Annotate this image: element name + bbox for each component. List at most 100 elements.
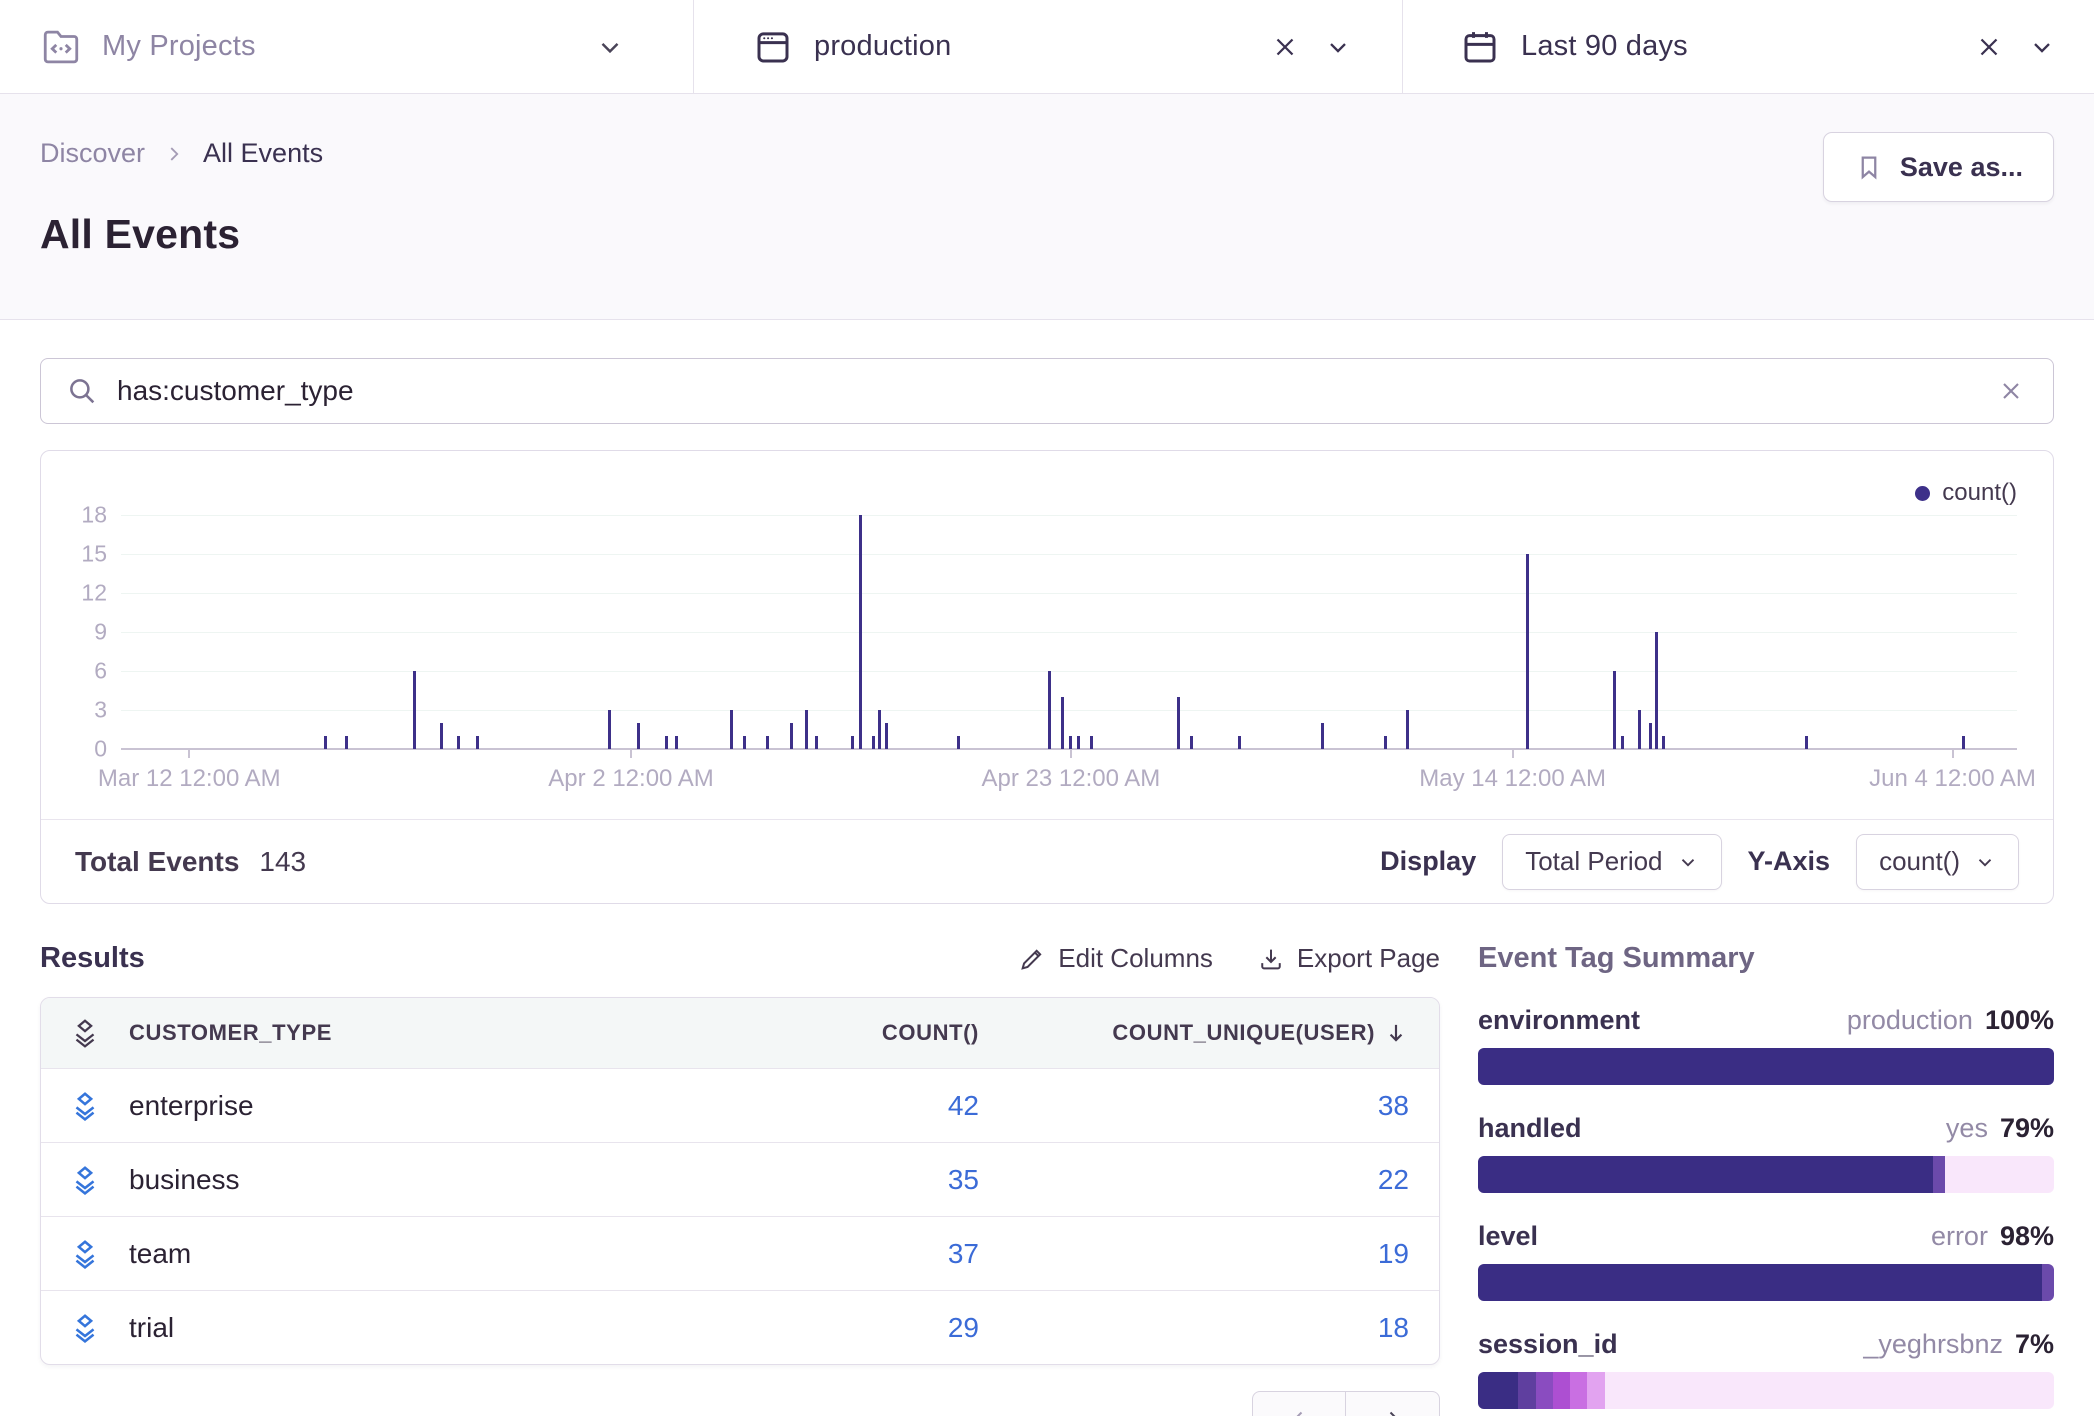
tag-distribution-bar[interactable]	[1478, 1156, 2054, 1193]
chart-bar[interactable]	[743, 736, 746, 749]
chart-bar[interactable]	[1526, 554, 1529, 749]
tag-bar-segment[interactable]	[1933, 1156, 1945, 1193]
chart-footer: Total Events 143 Display Total Period Y-…	[41, 819, 2053, 903]
chart-bar[interactable]	[1805, 736, 1808, 749]
tag-bar-segment[interactable]	[1570, 1372, 1587, 1409]
breadcrumb-discover-link[interactable]: Discover	[40, 138, 145, 169]
chart-bar[interactable]	[1321, 723, 1324, 749]
chart-bar[interactable]	[1238, 736, 1241, 749]
col-count[interactable]: COUNT()	[679, 1020, 1009, 1046]
chart-bar[interactable]	[878, 710, 881, 749]
tag-top-percent: 100%	[1985, 1005, 2054, 1036]
daterange-clear-icon[interactable]	[1970, 28, 2008, 66]
edit-columns-button[interactable]: Edit Columns	[1018, 943, 1213, 974]
chart-bar[interactable]	[815, 736, 818, 749]
tag-distribution-bar[interactable]	[1478, 1264, 2054, 1301]
chart-bar[interactable]	[324, 736, 327, 749]
legend-dot-icon	[1915, 486, 1930, 501]
chart-bar[interactable]	[872, 736, 875, 749]
chart-bar[interactable]	[766, 736, 769, 749]
tag-summary-row: levelerror98%	[1478, 1221, 2054, 1301]
chart-bar[interactable]	[440, 723, 443, 749]
search-clear-icon[interactable]	[1993, 373, 2029, 409]
chart-bar[interactable]	[413, 671, 416, 749]
export-page-button[interactable]: Export Page	[1257, 943, 1440, 974]
chart-bar[interactable]	[1406, 710, 1409, 749]
chart-bar[interactable]	[1090, 736, 1093, 749]
cell-count[interactable]: 29	[679, 1312, 1009, 1344]
tag-bar-segment[interactable]	[1478, 1048, 2054, 1085]
chart-bar[interactable]	[637, 723, 640, 749]
chart-legend[interactable]: count()	[1915, 479, 2017, 507]
tag-bar-segment[interactable]	[1587, 1372, 1604, 1409]
tag-bar-segment[interactable]	[2042, 1264, 2054, 1301]
tag-bar-segment[interactable]	[1536, 1372, 1553, 1409]
environment-chevron-down-icon[interactable]	[1320, 29, 1356, 65]
event-tag-summary-heading: Event Tag Summary	[1478, 942, 2054, 975]
save-as-button[interactable]: Save as...	[1823, 132, 2054, 202]
legend-label: count()	[1942, 479, 2017, 507]
environment-selector[interactable]: production	[693, 0, 1402, 93]
tag-bar-segment[interactable]	[1478, 1156, 1933, 1193]
gridline	[121, 671, 2017, 672]
tag-bar-segment[interactable]	[1518, 1372, 1535, 1409]
cell-count-unique[interactable]: 19	[1009, 1238, 1439, 1270]
yaxis-label: Y-Axis	[1748, 846, 1831, 877]
tag-bar-segment[interactable]	[1553, 1372, 1570, 1409]
cell-count[interactable]: 37	[679, 1238, 1009, 1270]
project-chevron-down-icon[interactable]	[591, 28, 629, 66]
cell-count[interactable]: 35	[679, 1164, 1009, 1196]
chart-bar[interactable]	[1613, 671, 1616, 749]
cell-count[interactable]: 42	[679, 1090, 1009, 1122]
total-events-label: Total Events	[75, 846, 239, 878]
chart-bar[interactable]	[675, 736, 678, 749]
chart-bar[interactable]	[957, 736, 960, 749]
yaxis-dropdown[interactable]: count()	[1856, 834, 2019, 890]
daterange-chevron-down-icon[interactable]	[2024, 29, 2060, 65]
pagination-prev-button[interactable]	[1252, 1391, 1346, 1416]
pagination-next-button[interactable]	[1346, 1391, 1440, 1416]
col-customer-type[interactable]: CUSTOMER_TYPE	[129, 1020, 679, 1046]
chart-bar[interactable]	[1177, 697, 1180, 749]
tag-bar-segment[interactable]	[1478, 1372, 1518, 1409]
chart-bar[interactable]	[790, 723, 793, 749]
chart-bar[interactable]	[476, 736, 479, 749]
chart-bar[interactable]	[1638, 710, 1641, 749]
chart-bar[interactable]	[1662, 736, 1665, 749]
chart-bar[interactable]	[1190, 736, 1193, 749]
tag-top-percent: 79%	[2000, 1113, 2054, 1144]
tag-distribution-bar[interactable]	[1478, 1372, 2054, 1409]
environment-clear-icon[interactable]	[1266, 28, 1304, 66]
chart-bar[interactable]	[1621, 736, 1624, 749]
chart-bar[interactable]	[608, 710, 611, 749]
chart-bar[interactable]	[1077, 736, 1080, 749]
col-count-unique[interactable]: COUNT_UNIQUE(USER)	[1009, 1020, 1439, 1046]
tag-bar-segment[interactable]	[1478, 1264, 2042, 1301]
chart-bar[interactable]	[345, 736, 348, 749]
tag-summary-row: session_id_yeghrsbnz7%	[1478, 1329, 2054, 1409]
display-dropdown[interactable]: Total Period	[1502, 834, 1721, 890]
tag-distribution-bar[interactable]	[1478, 1048, 2054, 1085]
chart-bar[interactable]	[665, 736, 668, 749]
cell-count-unique[interactable]: 18	[1009, 1312, 1439, 1344]
cell-count-unique[interactable]: 38	[1009, 1090, 1439, 1122]
chart-bar[interactable]	[851, 736, 854, 749]
col-count-unique-label: COUNT_UNIQUE(USER)	[1112, 1020, 1375, 1046]
chart-bar[interactable]	[1048, 671, 1051, 749]
chart-bar[interactable]	[885, 723, 888, 749]
search-input[interactable]	[117, 375, 1993, 407]
chart-bar[interactable]	[859, 515, 862, 749]
chart-bar[interactable]	[730, 710, 733, 749]
chart-bar[interactable]	[1962, 736, 1965, 749]
daterange-selector[interactable]: Last 90 days	[1402, 0, 2094, 93]
chart-bar[interactable]	[1649, 723, 1652, 749]
project-selector[interactable]: My Projects	[0, 0, 693, 93]
chart-bar[interactable]	[1384, 736, 1387, 749]
table-row: trial2918	[41, 1290, 1439, 1364]
chart-bar[interactable]	[1655, 632, 1658, 749]
chart-bar[interactable]	[805, 710, 808, 749]
cell-count-unique[interactable]: 22	[1009, 1164, 1439, 1196]
chart-bar[interactable]	[457, 736, 460, 749]
chart-bar[interactable]	[1061, 697, 1064, 749]
chart-bar[interactable]	[1069, 736, 1072, 749]
